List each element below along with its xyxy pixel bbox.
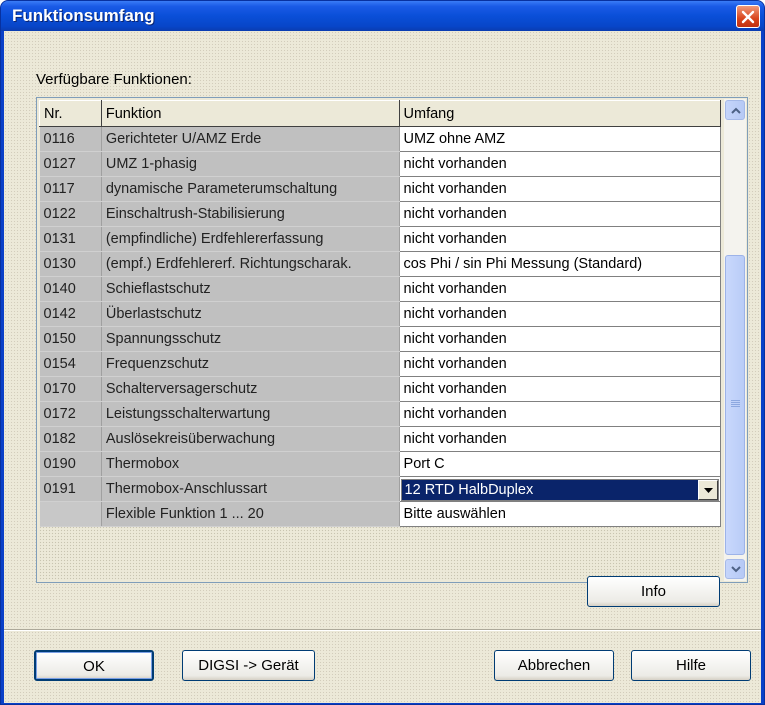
table-row[interactable]: 0170 Schalterversagerschutz nicht vorhan… [39, 376, 722, 402]
digsi-to-device-button[interactable]: DIGSI -> Gerät [182, 650, 315, 681]
cell-funktion: Thermobox [101, 451, 400, 477]
column-header-umfang[interactable]: Umfang [398, 100, 722, 127]
cell-funktion: (empfindliche) Erdfehlererfassung [101, 226, 400, 252]
close-icon [741, 10, 755, 24]
cell-funktion: UMZ 1-phasig [101, 151, 400, 177]
cell-nr: 0190 [39, 451, 102, 477]
scroll-thumb[interactable] [725, 255, 745, 555]
table-row[interactable]: 0154 Frequenzschutz nicht vorhanden [39, 351, 722, 377]
cell-umfang[interactable]: nicht vorhanden [398, 176, 722, 202]
cell-nr: 0131 [39, 226, 102, 252]
table-row[interactable]: 0117 dynamische Parameterumschaltung nic… [39, 176, 722, 202]
cell-nr: 0172 [39, 401, 102, 427]
table-row[interactable]: 0190 Thermobox Port C [39, 451, 722, 477]
table-row[interactable]: 0150 Spannungsschutz nicht vorhanden [39, 326, 722, 352]
cell-umfang[interactable]: nicht vorhanden [398, 401, 722, 427]
close-button[interactable] [736, 5, 760, 28]
cell-funktion: dynamische Parameterumschaltung [101, 176, 400, 202]
dialog-client-area: Verfügbare Funktionen: Nr. Funktion Umfa… [4, 31, 761, 703]
table-header-row: Nr. Funktion Umfang [39, 100, 722, 127]
table-row-selected[interactable]: 0191 Thermobox-Anschlussart 12 RTD HalbD… [39, 476, 722, 502]
chevron-down-icon [704, 487, 713, 493]
cell-umfang[interactable]: nicht vorhanden [398, 226, 722, 252]
cell-funktion: Schieflastschutz [101, 276, 400, 302]
cell-umfang[interactable]: nicht vorhanden [398, 351, 722, 377]
table-row[interactable]: Flexible Funktion 1 ... 20 Bitte auswähl… [39, 501, 722, 527]
table-row[interactable]: 0142 Überlastschutz nicht vorhanden [39, 301, 722, 327]
scroll-up-button[interactable] [725, 100, 745, 120]
table-row[interactable]: 0140 Schieflastschutz nicht vorhanden [39, 276, 722, 302]
cell-funktion: Flexible Funktion 1 ... 20 [101, 501, 400, 527]
table-row[interactable]: 0172 Leistungsschalterwartung nicht vorh… [39, 401, 722, 427]
cell-umfang[interactable]: nicht vorhanden [398, 201, 722, 227]
cancel-button[interactable]: Abbrechen [494, 650, 614, 681]
dialog-window: Funktionsumfang Verfügbare Funktionen: N… [0, 0, 765, 705]
grid-body: Nr. Funktion Umfang 0116 Gerichteter U/A… [39, 100, 722, 580]
table-row[interactable]: 0130 (empf.) Erdfehlererf. Richtungschar… [39, 251, 722, 277]
cell-umfang[interactable]: nicht vorhanden [398, 426, 722, 452]
cell-funktion: Schalterversagerschutz [101, 376, 400, 402]
umfang-select-value: 12 RTD HalbDuplex [404, 481, 534, 498]
cell-nr: 0130 [39, 251, 102, 277]
cell-nr: 0117 [39, 176, 102, 202]
cell-funktion: Leistungsschalterwartung [101, 401, 400, 427]
cell-funktion: Überlastschutz [101, 301, 400, 327]
cell-funktion: (empf.) Erdfehlererf. Richtungscharak. [101, 251, 400, 277]
cell-nr: 0127 [39, 151, 102, 177]
chevron-down-icon [731, 566, 741, 573]
functions-table: Nr. Funktion Umfang 0116 Gerichteter U/A… [39, 100, 722, 527]
cell-umfang[interactable]: UMZ ohne AMZ [398, 126, 722, 152]
cell-umfang[interactable]: Port C [398, 451, 722, 477]
separator [4, 629, 761, 631]
table-row[interactable]: 0182 Auslösekreisüberwachung nicht vorha… [39, 426, 722, 452]
vertical-scrollbar[interactable] [724, 99, 746, 581]
cell-funktion: Thermobox-Anschlussart [101, 476, 400, 502]
table-row[interactable]: 0127 UMZ 1-phasig nicht vorhanden [39, 151, 722, 177]
cell-funktion: Einschaltrush-Stabilisierung [101, 201, 400, 227]
cell-nr: 0140 [39, 276, 102, 302]
cell-umfang-dropdown[interactable]: 12 RTD HalbDuplex [398, 476, 722, 502]
table-row[interactable]: 0122 Einschaltrush-Stabilisierung nicht … [39, 201, 722, 227]
cell-nr: 0122 [39, 201, 102, 227]
cell-nr [39, 501, 102, 527]
cell-umfang[interactable]: nicht vorhanden [398, 151, 722, 177]
scroll-grip [731, 400, 740, 408]
cell-umfang[interactable]: Bitte auswählen [398, 501, 722, 527]
table-row[interactable]: 0116 Gerichteter U/AMZ Erde UMZ ohne AMZ [39, 126, 722, 152]
scroll-down-button[interactable] [725, 559, 745, 579]
window-title: Funktionsumfang [12, 6, 155, 25]
functions-grid: Nr. Funktion Umfang 0116 Gerichteter U/A… [36, 97, 748, 583]
cell-nr: 0191 [39, 476, 102, 502]
available-functions-label: Verfügbare Funktionen: [36, 71, 192, 88]
cell-nr: 0116 [39, 126, 102, 152]
column-header-funktion[interactable]: Funktion [100, 100, 400, 127]
cell-funktion: Frequenzschutz [101, 351, 400, 377]
column-header-nr[interactable]: Nr. [39, 100, 102, 127]
ok-button[interactable]: OK [34, 650, 154, 681]
cell-nr: 0182 [39, 426, 102, 452]
cell-umfang[interactable]: nicht vorhanden [398, 301, 722, 327]
cell-umfang[interactable]: cos Phi / sin Phi Messung (Standard) [398, 251, 722, 277]
cell-umfang[interactable]: nicht vorhanden [398, 376, 722, 402]
umfang-select-button[interactable] [698, 479, 718, 500]
cell-funktion: Gerichteter U/AMZ Erde [101, 126, 400, 152]
umfang-select[interactable]: 12 RTD HalbDuplex [400, 478, 719, 501]
chevron-up-icon [731, 107, 741, 114]
help-button[interactable]: Hilfe [631, 650, 751, 681]
title-bar[interactable]: Funktionsumfang [1, 1, 764, 31]
table-row[interactable]: 0131 (empfindliche) Erdfehlererfassung n… [39, 226, 722, 252]
cell-funktion: Spannungsschutz [101, 326, 400, 352]
cell-nr: 0154 [39, 351, 102, 377]
cell-umfang[interactable]: nicht vorhanden [398, 276, 722, 302]
cell-nr: 0150 [39, 326, 102, 352]
cell-funktion: Auslösekreisüberwachung [101, 426, 400, 452]
info-button[interactable]: Info [587, 576, 720, 607]
cell-nr: 0170 [39, 376, 102, 402]
cell-nr: 0142 [39, 301, 102, 327]
cell-umfang[interactable]: nicht vorhanden [398, 326, 722, 352]
